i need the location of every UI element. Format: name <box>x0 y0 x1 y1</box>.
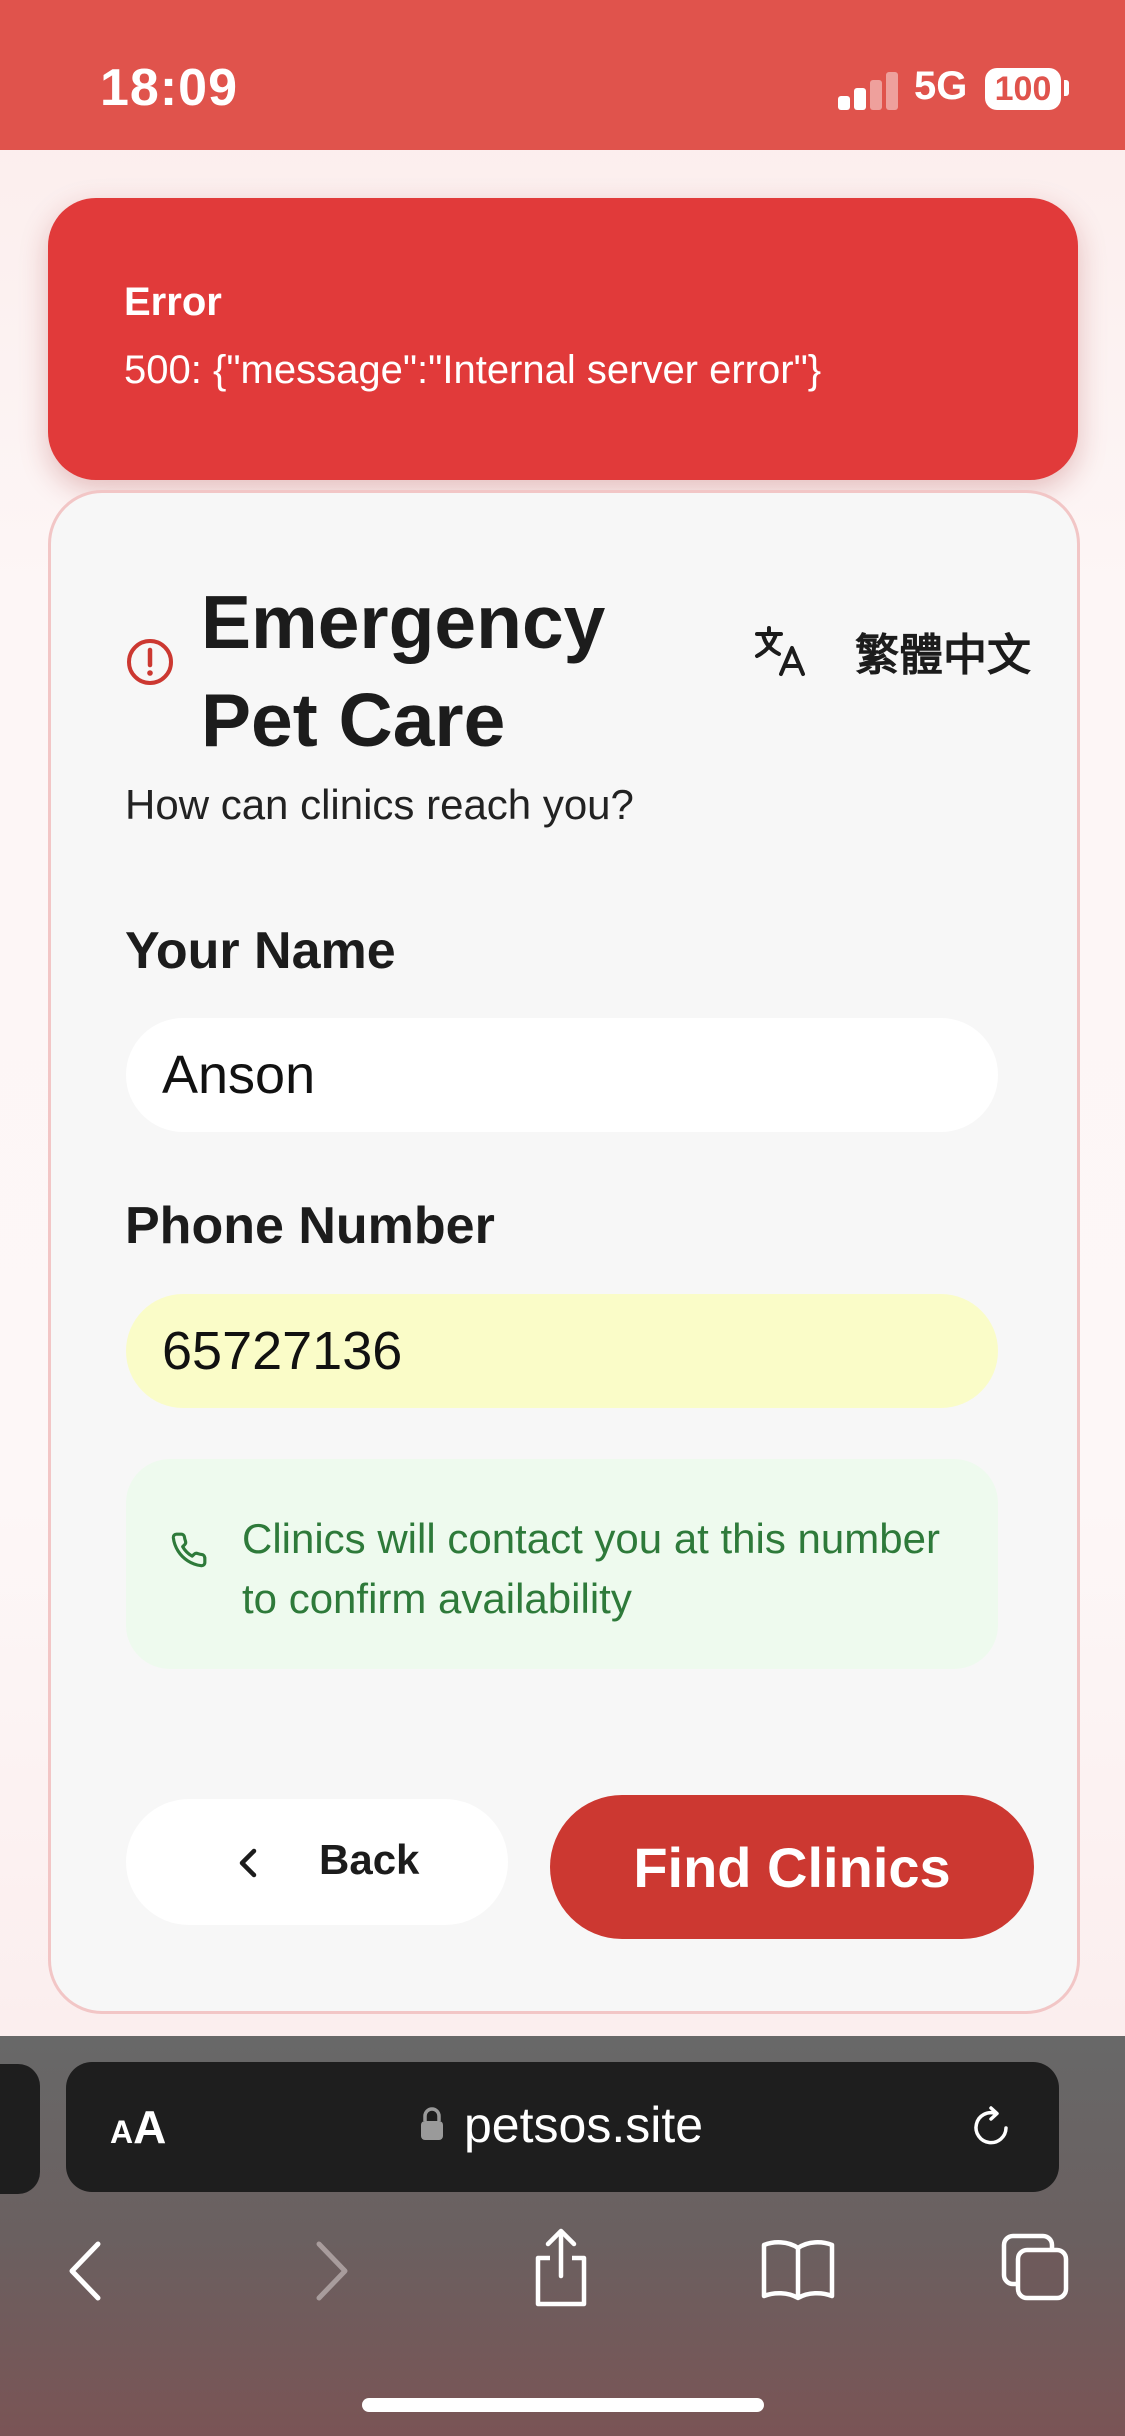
battery-indicator: 100 <box>985 68 1061 110</box>
browser-toolbar: AA petsos.site <box>0 2036 1125 2436</box>
find-clinics-button[interactable]: Find Clinics <box>550 1795 1034 1939</box>
error-title: Error <box>124 280 222 324</box>
signal-icon <box>838 70 900 110</box>
url-text: petsos.site <box>464 2097 704 2153</box>
alert-circle-icon <box>127 639 173 685</box>
contact-form-card: Emergency Pet Care 繁體中文 How can clinics … <box>48 490 1080 2014</box>
lock-icon <box>421 2107 443 2140</box>
text-size-large-label: A <box>133 2101 167 2153</box>
bookmarks-icon[interactable] <box>760 2236 836 2302</box>
page-title: Emergency Pet Care <box>201 580 606 762</box>
back-arrow-icon[interactable] <box>62 2236 112 2306</box>
status-bar: 18:09 5G 100 <box>0 0 1125 150</box>
phone-icon <box>171 1532 207 1568</box>
error-message: 500: {"message":"Internal server error"} <box>124 348 822 392</box>
text-size-button[interactable]: AA <box>110 2100 166 2154</box>
info-text: Clinics will contact you at this number … <box>242 1515 940 1622</box>
card-subtitle: How can clinics reach you? <box>125 781 634 828</box>
tabs-icon[interactable] <box>1000 2232 1070 2304</box>
name-label: Your Name <box>125 922 396 980</box>
share-icon[interactable] <box>528 2226 594 2310</box>
back-label: Back <box>319 1836 420 1883</box>
phone-label: Phone Number <box>125 1197 495 1255</box>
status-time: 18:09 <box>100 59 238 117</box>
chevron-left-icon <box>239 1848 257 1878</box>
language-toggle-button[interactable]: 繁體中文 <box>701 611 1031 691</box>
address-bar[interactable]: AA petsos.site <box>66 2062 1059 2192</box>
previous-tab-preview[interactable] <box>0 2064 40 2194</box>
back-button[interactable]: Back <box>126 1799 508 1925</box>
reload-icon[interactable] <box>966 2102 1016 2152</box>
forward-arrow-icon[interactable] <box>305 2236 355 2306</box>
battery-tip <box>1064 80 1069 96</box>
home-indicator[interactable] <box>362 2398 764 2412</box>
phone-input[interactable] <box>126 1294 998 1408</box>
name-input[interactable] <box>126 1018 998 1132</box>
text-size-small-label: A <box>110 2114 134 2150</box>
language-label: 繁體中文 <box>855 630 1031 681</box>
phone-info-box: Clinics will contact you at this number … <box>126 1459 998 1669</box>
translate-icon <box>755 626 805 676</box>
network-type: 5G <box>914 64 968 108</box>
error-toast[interactable]: Error 500: {"message":"Internal server e… <box>48 198 1078 480</box>
